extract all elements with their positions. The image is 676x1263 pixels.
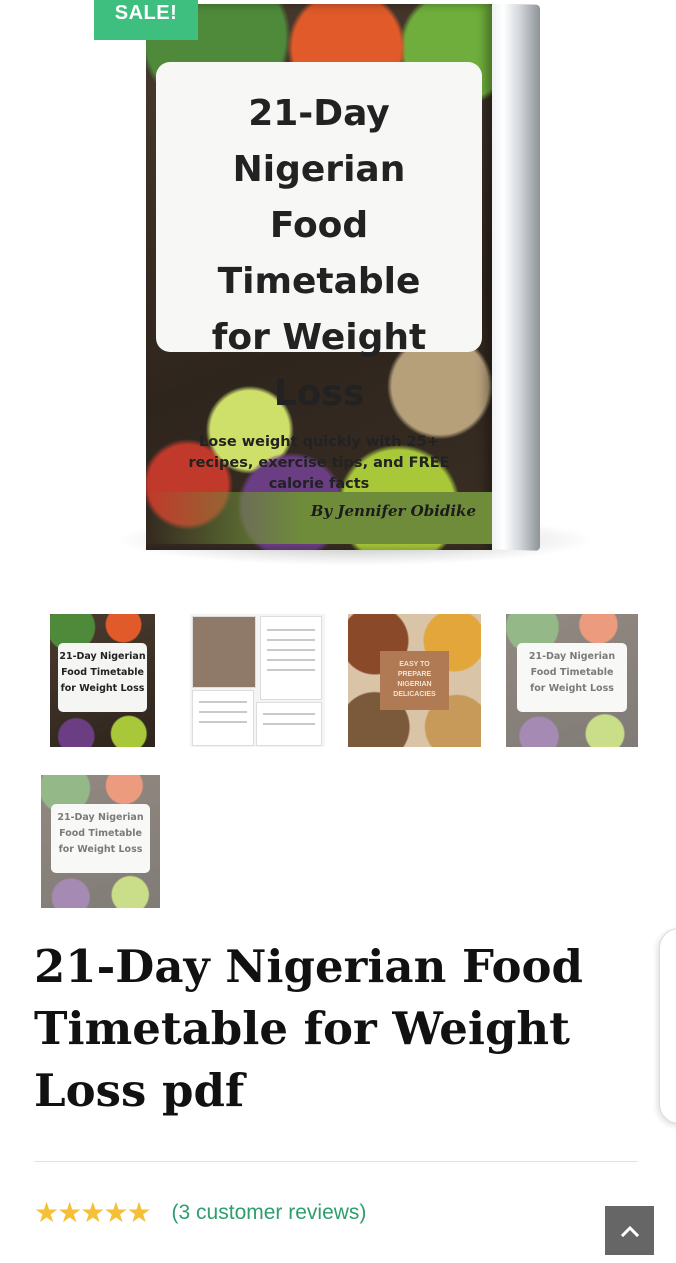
thumbnail-cover-card: 21-Day Nigerian Food Timetable for Weigh…	[50, 804, 151, 874]
thumbnail-title-line: 21-Day Nigerian	[59, 651, 146, 663]
thumbnail-cover-card: 21-Day Nigerian Food Timetable for Weigh…	[58, 643, 147, 713]
thumbnail-title-line: Food Timetable	[61, 667, 144, 679]
thumbnail-recipe-label: EASY TO PREPARE NIGERIAN DELICACIES	[379, 651, 450, 710]
star-icon: ★	[126, 1197, 152, 1228]
thumbnail-title-line: 21-Day Nigerian	[528, 651, 616, 663]
scroll-to-top-button[interactable]	[605, 1206, 654, 1255]
thumbnail-page	[192, 616, 256, 688]
star-icon: ★	[57, 1197, 83, 1228]
thumbnail-title-line: for Weight Loss	[60, 683, 145, 695]
cover-title-line: Food Timetable	[217, 205, 421, 302]
thumbnail-page	[260, 616, 322, 700]
thumbnail-3[interactable]: EASY TO PREPARE NIGERIAN DELICACIES	[348, 614, 481, 747]
thumbnail-title-line: Food Timetable	[59, 828, 142, 840]
rating-stars: ★ ★ ★ ★ ★	[34, 1197, 152, 1228]
thumbnail-page	[192, 690, 254, 746]
thumbnail-4[interactable]: 21-Day Nigerian Food Timetable for Weigh…	[506, 614, 638, 747]
side-floating-tab[interactable]	[659, 928, 676, 1124]
cover-title-card: 21-Day Nigerian Food Timetable for Weigh…	[156, 62, 482, 492]
thumbnail-title-line: 21-Day Nigerian	[57, 812, 144, 824]
divider	[34, 1161, 638, 1162]
customer-reviews-link[interactable]: (3 customer reviews)	[172, 1201, 367, 1225]
thumbnail-2[interactable]	[190, 614, 325, 747]
cover-author: By Jennifer Obidike	[310, 502, 476, 520]
thumbnail-cover-card: 21-Day Nigerian Food Timetable for Weigh…	[516, 643, 628, 713]
star-icon: ★	[103, 1197, 129, 1228]
thumbnail-title-line: for Weight Loss	[530, 683, 614, 695]
cover-title-line: for Weight Loss	[211, 317, 427, 414]
product-main-image[interactable]: SALE! 21-Day Nigerian Food Timetable for…	[0, 0, 676, 600]
thumbnail-1[interactable]: 21-Day Nigerian Food Timetable for Weigh…	[50, 614, 155, 747]
cover-title: 21-Day Nigerian Food Timetable for Weigh…	[170, 86, 468, 422]
product-rating: ★ ★ ★ ★ ★ (3 customer reviews)	[34, 1198, 366, 1228]
star-icon: ★	[34, 1197, 60, 1228]
cover-subtitle: Lose weight quickly with 25+ recipes, ex…	[188, 434, 450, 492]
thumbnail-page	[256, 702, 322, 746]
thumbnail-5[interactable]: 21-Day Nigerian Food Timetable for Weigh…	[41, 775, 160, 908]
sale-badge: SALE!	[94, 0, 198, 40]
thumbnail-title-line: Food Timetable	[530, 667, 614, 679]
book-spine	[488, 3, 540, 551]
thumbnail-title-line: for Weight Loss	[58, 844, 143, 856]
cover-title-line: 21-Day Nigerian	[232, 93, 406, 190]
book-cover: 21-Day Nigerian Food Timetable for Weigh…	[146, 4, 492, 550]
chevron-up-icon	[620, 1225, 639, 1237]
star-icon: ★	[80, 1197, 106, 1228]
product-title: 21-Day Nigerian Food Timetable for Weigh…	[34, 940, 583, 1117]
